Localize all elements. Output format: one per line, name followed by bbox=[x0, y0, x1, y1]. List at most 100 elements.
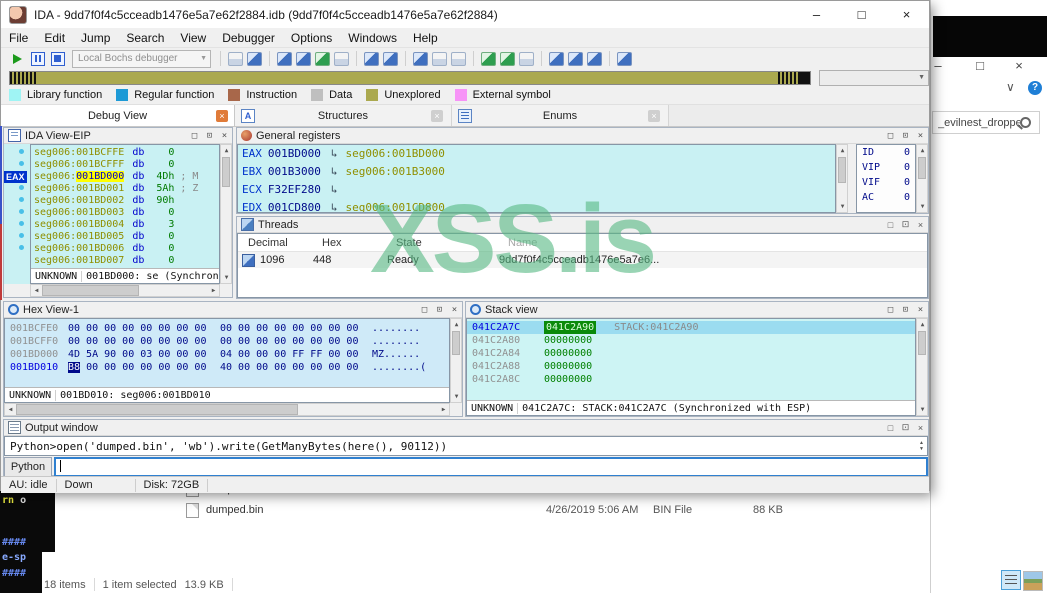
step-over-icon[interactable] bbox=[296, 52, 311, 66]
listing-line[interactable]: seg006:001BD005db0 bbox=[31, 231, 219, 243]
stack-row[interactable]: 041C2A8000000000 bbox=[467, 334, 915, 347]
listing-line[interactable]: seg006:001BCFFFdb0 bbox=[31, 159, 219, 171]
python-interpreter-button[interactable]: Python bbox=[4, 457, 52, 477]
listing-line[interactable]: seg006:001BD004db3 bbox=[31, 219, 219, 231]
float-panel-icon[interactable]: ⊡ bbox=[898, 305, 913, 315]
vertical-scrollbar[interactable]: ▲ ▼ bbox=[836, 144, 848, 213]
listing-line-current[interactable]: seg006:001BD000db4Dh; M bbox=[31, 171, 219, 183]
close-panel-icon[interactable]: × bbox=[913, 423, 928, 433]
menu-jump[interactable]: Jump bbox=[73, 31, 118, 45]
explorer-close-button[interactable]: × bbox=[1009, 58, 1029, 73]
navband-zoom-select[interactable]: ▼ bbox=[819, 70, 929, 86]
maximize-panel-icon[interactable]: □ bbox=[883, 423, 898, 433]
close-panel-icon[interactable]: × bbox=[217, 131, 232, 141]
menu-view[interactable]: View bbox=[172, 31, 214, 45]
close-icon[interactable]: × bbox=[648, 110, 660, 122]
column-header[interactable]: Hex bbox=[322, 237, 396, 249]
output-log[interactable]: Python>open('dumped.bin', 'wb').write(Ge… bbox=[4, 436, 928, 456]
search-icon[interactable] bbox=[1020, 117, 1031, 128]
menu-search[interactable]: Search bbox=[118, 31, 172, 45]
jump-to-ip-icon[interactable] bbox=[247, 52, 262, 66]
run-to-cursor-icon[interactable] bbox=[334, 52, 349, 66]
panel-header[interactable]: Output window □ ⊡ × bbox=[4, 420, 928, 436]
float-panel-icon[interactable]: ⊡ bbox=[898, 422, 913, 433]
hex-row-current[interactable]: 001BD010B8 00 00 00 00 00 00 0040 00 00 … bbox=[5, 361, 449, 374]
tab-structures[interactable]: A Structures × bbox=[235, 105, 452, 126]
disable-tracing-icon[interactable] bbox=[519, 52, 534, 66]
panel-header[interactable]: General registers □ ⊡ × bbox=[237, 128, 928, 144]
explorer-maximize-button[interactable]: □ bbox=[970, 58, 990, 73]
run-until-return-icon[interactable] bbox=[315, 52, 330, 66]
menu-debugger[interactable]: Debugger bbox=[214, 31, 283, 45]
sync-icon[interactable] bbox=[587, 52, 602, 66]
maximize-panel-icon[interactable]: □ bbox=[417, 305, 432, 315]
close-icon[interactable]: × bbox=[216, 110, 228, 122]
maximize-panel-icon[interactable]: □ bbox=[187, 131, 202, 141]
step-filter-icon[interactable] bbox=[568, 52, 583, 66]
close-panel-icon[interactable]: × bbox=[913, 220, 928, 230]
listing-line[interactable]: seg006:001BD002db90h bbox=[31, 195, 219, 207]
vertical-scrollbar[interactable]: ▲ ▼ bbox=[220, 144, 232, 284]
explorer-help-icon[interactable]: ? bbox=[1028, 81, 1042, 95]
details-view-toggle[interactable] bbox=[1001, 570, 1021, 590]
menu-windows[interactable]: Windows bbox=[340, 31, 405, 45]
flag-row[interactable]: VIF0 bbox=[857, 175, 915, 190]
float-panel-icon[interactable]: ⊡ bbox=[898, 131, 913, 141]
hex-row[interactable]: 001BCFF000 00 00 00 00 00 00 0000 00 00 … bbox=[5, 335, 449, 348]
open-source-view-icon[interactable] bbox=[228, 52, 243, 66]
column-header[interactable]: Name bbox=[508, 237, 927, 249]
flag-row[interactable]: VIP0 bbox=[857, 160, 915, 175]
close-button[interactable]: × bbox=[884, 1, 929, 28]
navigation-band[interactable] bbox=[9, 71, 811, 85]
menu-help[interactable]: Help bbox=[405, 31, 446, 45]
stop-process-icon[interactable] bbox=[51, 52, 65, 66]
explorer-minimize-button[interactable]: – bbox=[928, 58, 948, 73]
open-debug-windows-icon[interactable] bbox=[364, 52, 379, 66]
panel-header[interactable]: Hex View-1 □ ⊡ × bbox=[4, 302, 462, 318]
thread-row[interactable]: 1096 448 Ready 9dd7f0f4c5cceadb1476e5a7e… bbox=[238, 252, 927, 268]
vertical-scrollbar[interactable]: ▲ ▼ bbox=[450, 318, 462, 403]
flag-row[interactable]: ID0 bbox=[857, 145, 915, 160]
close-panel-icon[interactable]: × bbox=[447, 305, 462, 315]
listing-line[interactable]: seg006:001BD007db0 bbox=[31, 255, 219, 267]
enable-tracing-icon[interactable] bbox=[500, 52, 515, 66]
panel-header[interactable]: Stack view □ ⊡ × bbox=[466, 302, 928, 318]
horizontal-scrollbar[interactable]: ◀ ▶ bbox=[4, 403, 450, 416]
stack-row-current[interactable]: 041C2A7C041C2A90STACK:041C2A90 bbox=[467, 321, 915, 334]
panel-header[interactable]: Threads □ ⊡ × bbox=[237, 217, 928, 233]
register-row[interactable]: EDX001CD800↳seg006:001CD800 bbox=[238, 199, 835, 213]
hex-row[interactable]: 001BD0004D 5A 90 00 03 00 00 0004 00 00 … bbox=[5, 348, 449, 361]
thumbnail-view-toggle[interactable] bbox=[1023, 571, 1043, 591]
add-breakpoint-icon[interactable] bbox=[432, 52, 447, 66]
listing-line[interactable]: seg006:001BD001db5Ah; Z bbox=[31, 183, 219, 195]
hex-row[interactable]: 001BCFE000 00 00 00 00 00 00 0000 00 00 … bbox=[5, 322, 449, 335]
maximize-panel-icon[interactable]: □ bbox=[883, 131, 898, 141]
listing-line[interactable]: seg006:001BD003db0 bbox=[31, 207, 219, 219]
title-bar[interactable]: IDA - 9dd7f0f4c5cceadb1476e5a7e62f2884.i… bbox=[1, 1, 929, 28]
tab-enums[interactable]: Enums × bbox=[452, 105, 669, 126]
float-panel-icon[interactable]: ⊡ bbox=[432, 305, 447, 315]
column-header[interactable]: State bbox=[396, 237, 508, 249]
maximize-button[interactable]: □ bbox=[839, 1, 884, 28]
tracing-window-icon[interactable] bbox=[481, 52, 496, 66]
listing-line[interactable]: seg006:001BD006db0 bbox=[31, 243, 219, 255]
close-panel-icon[interactable]: × bbox=[913, 131, 928, 141]
menu-options[interactable]: Options bbox=[283, 31, 340, 45]
listing-line[interactable]: seg006:001BCFFEdb0 bbox=[31, 147, 219, 159]
log-scroll-arrows[interactable]: ▲▼ bbox=[916, 440, 927, 452]
pause-process-icon[interactable] bbox=[31, 52, 45, 66]
vertical-scrollbar[interactable]: ▲ ▼ bbox=[916, 144, 928, 213]
close-icon[interactable]: × bbox=[431, 110, 443, 122]
float-panel-icon[interactable]: ⊡ bbox=[898, 219, 913, 230]
debugger-select[interactable]: Local Bochs debugger ▼ bbox=[72, 50, 211, 68]
close-panel-icon[interactable]: × bbox=[913, 305, 928, 315]
menu-edit[interactable]: Edit bbox=[36, 31, 73, 45]
register-row[interactable]: EAX001BD000↳seg006:001BD000 bbox=[238, 145, 835, 163]
register-row[interactable]: ECXF32EF280↳ bbox=[238, 181, 835, 199]
file-row[interactable]: dumped.bin 4/26/2019 5:06 AM BIN File 88… bbox=[186, 502, 886, 518]
continue-process-icon[interactable] bbox=[13, 54, 22, 64]
breakpoint-list-icon[interactable] bbox=[413, 52, 428, 66]
step-into-icon[interactable] bbox=[277, 52, 292, 66]
stack-row[interactable]: 041C2A8800000000 bbox=[467, 360, 915, 373]
refresh-memory-icon[interactable] bbox=[617, 52, 632, 66]
